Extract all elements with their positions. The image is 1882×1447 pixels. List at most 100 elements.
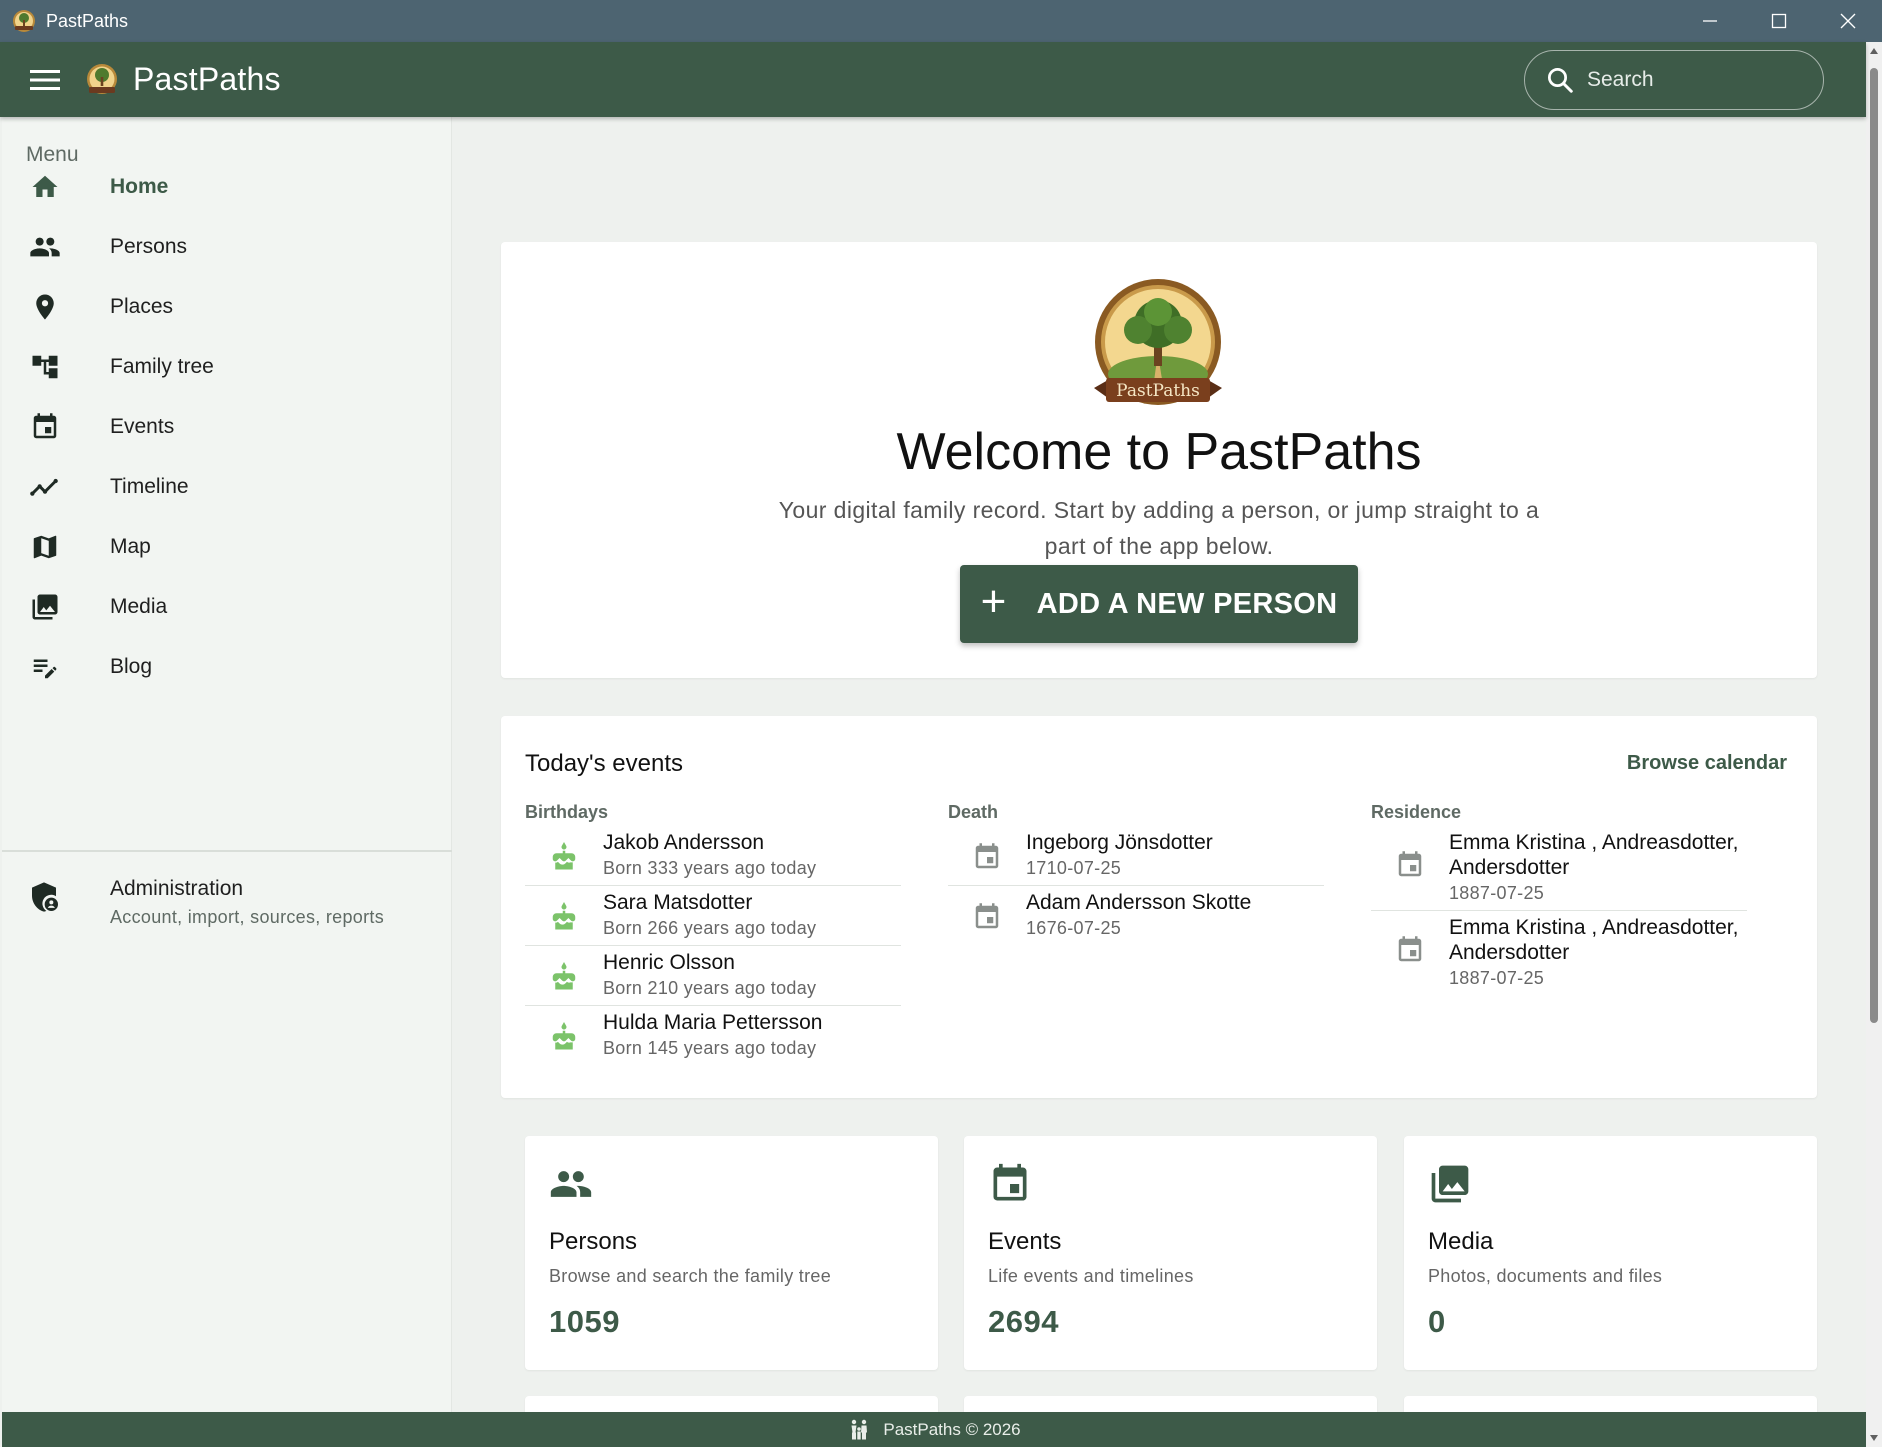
sidebar-item-label: Home: [110, 175, 169, 198]
window-titlebar: PastPaths: [0, 0, 1882, 42]
sidebar-item-events[interactable]: Events: [2, 397, 452, 457]
list-item[interactable]: Sara Matsdotter Born 266 years ago today: [525, 886, 901, 946]
event-detail: Born 266 years ago today: [603, 918, 817, 938]
todays-events-card: Today's events Browse calendar Birthdays…: [501, 716, 1817, 1098]
list-item[interactable]: Ingeborg Jönsdotter 1710-07-25: [948, 826, 1324, 886]
app-bar: PastPaths: [0, 42, 1866, 117]
hamburger-menu-button[interactable]: [25, 60, 65, 100]
sidebar-item-blog[interactable]: Blog: [2, 637, 452, 697]
people-icon: [28, 230, 62, 264]
maximize-button[interactable]: [1744, 0, 1813, 42]
minimize-button[interactable]: [1675, 0, 1744, 42]
browse-calendar-link[interactable]: Browse calendar: [1627, 752, 1787, 775]
hamburger-icon: [30, 69, 60, 90]
event-detail: Born 333 years ago today: [603, 858, 817, 878]
list-item[interactable]: Henric Olsson Born 210 years ago today: [525, 946, 901, 1006]
death-column: Death Ingeborg Jönsdotter 1710-07-25 Ada…: [924, 802, 1324, 946]
sidebar-item-label: Persons: [110, 235, 188, 258]
calendar-icon: [993, 1163, 1027, 1201]
event-date: 1887-07-25: [1449, 883, 1545, 903]
calendar-icon: [1398, 851, 1422, 877]
search-input[interactable]: [1587, 68, 1807, 92]
list-item[interactable]: Jakob Andersson Born 333 years ago today: [525, 826, 901, 886]
search-box[interactable]: [1524, 50, 1824, 110]
add-new-person-label: ADD A NEW PERSON: [1036, 587, 1338, 620]
app-footer: PastPaths © 2026: [2, 1412, 1866, 1447]
map-icon: [28, 530, 62, 564]
sidebar-item-label: Map: [110, 535, 151, 558]
photo-library-icon: [1431, 1165, 1469, 1203]
stat-title: Events: [988, 1228, 1062, 1255]
edit-note-icon: [28, 650, 62, 684]
search-icon: [1548, 68, 1573, 93]
sidebar-item-timeline[interactable]: Timeline: [2, 457, 452, 517]
close-icon: [1840, 13, 1855, 29]
admin-shield-icon: [28, 881, 62, 915]
birthdays-column: Birthdays Jakob Andersson Born 333 years…: [501, 802, 901, 1066]
stat-count: 2694: [988, 1304, 1059, 1339]
sidebar-item-label: Media: [110, 595, 168, 618]
calendar-icon: [975, 843, 999, 869]
minimize-icon: [1702, 20, 1717, 22]
stat-title: Media: [1428, 1228, 1494, 1255]
sidebar-item-label: Family tree: [110, 355, 214, 378]
stat-description: Photos, documents and files: [1428, 1266, 1663, 1286]
stat-count: 0: [1428, 1304, 1446, 1339]
admin-title: Administration: [110, 877, 244, 900]
sidebar-item-places[interactable]: Places: [2, 277, 452, 337]
event-detail: Born 210 years ago today: [603, 978, 817, 998]
scrollbar-thumb[interactable]: [1870, 68, 1878, 1023]
vertical-scrollbar[interactable]: [1866, 42, 1882, 1447]
footer-text: PastPaths © 2026: [883, 1419, 1021, 1439]
event-person-name: Sara Matsdotter: [603, 891, 753, 914]
scroll-down-icon[interactable]: [1869, 1433, 1879, 1443]
birthdays-heading: Birthdays: [525, 802, 609, 822]
sidebar-item-persons[interactable]: Persons: [2, 217, 452, 277]
app-brand: PastPaths: [133, 61, 281, 97]
stat-count: 1059: [549, 1304, 620, 1339]
event-detail: Born 145 years ago today: [603, 1038, 817, 1058]
event-date: 1887-07-25: [1449, 968, 1545, 988]
close-window-button[interactable]: [1813, 0, 1882, 42]
list-item[interactable]: Adam Andersson Skotte 1676-07-25: [948, 886, 1324, 946]
sidebar-item-home[interactable]: Home: [2, 157, 452, 217]
sidebar-item-administration[interactable]: Administration Account, import, sources,…: [2, 869, 452, 939]
family-tree-icon: [28, 350, 62, 384]
add-new-person-button[interactable]: + ADD A NEW PERSON: [960, 565, 1358, 643]
welcome-lead: Your digital family record. Start by add…: [778, 497, 1540, 559]
calendar-icon: [975, 903, 999, 929]
sidebar-divider: [2, 850, 452, 852]
cake-icon: [552, 842, 576, 870]
persons-stat-card[interactable]: Persons Browse and search the family tre…: [525, 1136, 938, 1370]
family-icon: [851, 1419, 868, 1439]
plus-icon: +: [980, 577, 1007, 626]
events-stat-card[interactable]: Events Life events and timelines 2694: [964, 1136, 1377, 1370]
photo-library-icon: [28, 590, 62, 624]
welcome-heading: Welcome to PastPaths: [896, 423, 1422, 481]
welcome-card: PastPaths Welcome to PastPaths Your digi…: [501, 242, 1817, 678]
home-icon: [28, 170, 62, 204]
event-date: 1676-07-25: [1026, 918, 1122, 938]
list-item[interactable]: Hulda Maria Pettersson Born 145 years ag…: [525, 1006, 901, 1066]
sidebar-item-label: Events: [110, 415, 175, 438]
event-date: 1710-07-25: [1026, 858, 1122, 878]
window-title: PastPaths: [46, 10, 129, 31]
stat-title: Persons: [549, 1228, 638, 1255]
app-logo-icon: [13, 10, 35, 32]
sidebar-item-map[interactable]: Map: [2, 517, 452, 577]
death-heading: Death: [948, 802, 999, 822]
admin-subtitle: Account, import, sources, reports: [110, 907, 385, 927]
media-stat-card[interactable]: Media Photos, documents and files 0: [1404, 1136, 1817, 1370]
cake-icon: [552, 1022, 576, 1050]
residence-column: Residence Emma Kristina , Andreasdotter,…: [1347, 802, 1747, 996]
list-item[interactable]: Emma Kristina , Andreasdotter, Andersdot…: [1371, 826, 1747, 911]
list-item[interactable]: Emma Kristina , Andreasdotter, Andersdot…: [1371, 911, 1747, 996]
sidebar-item-label: Timeline: [110, 475, 189, 498]
scroll-up-icon[interactable]: [1869, 46, 1879, 56]
event-person-name: Emma Kristina , Andreasdotter, Andersdot…: [1449, 831, 1739, 879]
sidebar-item-label: Places: [110, 295, 174, 318]
map-pin-icon: [28, 290, 62, 324]
sidebar-item-family-tree[interactable]: Family tree: [2, 337, 452, 397]
sidebar-item-media[interactable]: Media: [2, 577, 452, 637]
pastpaths-emblem-logo: PastPaths: [1094, 279, 1222, 405]
